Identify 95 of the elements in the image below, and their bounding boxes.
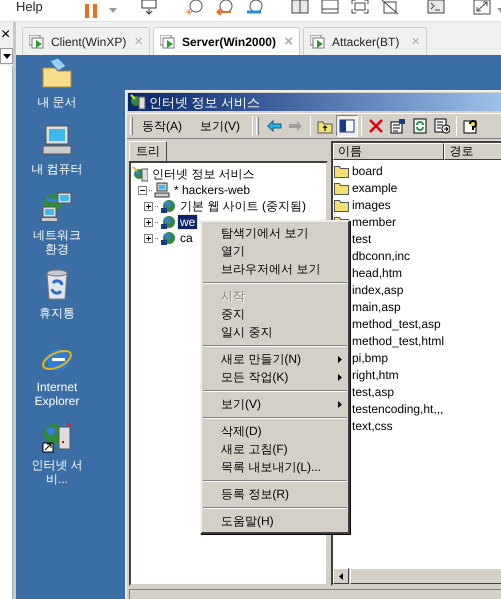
server-globe-icon xyxy=(132,166,148,182)
vm-tab[interactable]: Attacker(BT) × xyxy=(303,27,427,55)
back-arrow-icon[interactable] xyxy=(266,118,282,134)
vm-play-icon xyxy=(29,34,45,48)
column-header[interactable]: 경로 xyxy=(444,143,501,160)
tree-item[interactable]: 인터넷 정보 서비스 xyxy=(150,167,257,181)
column-header[interactable]: 이름 xyxy=(333,143,444,160)
menu-item[interactable]: 중지 xyxy=(202,305,348,323)
horizontal-scrollbar[interactable] xyxy=(333,568,501,584)
tab-label: Attacker(BT) xyxy=(332,34,400,50)
desktop-icon-label[interactable]: 네트워크 환경 xyxy=(28,228,86,256)
server-globe-icon[interactable] xyxy=(41,421,73,453)
expand-icon[interactable] xyxy=(144,218,153,226)
vm-tab[interactable]: Server(Win2000) × xyxy=(153,27,300,55)
desktop-icon-label[interactable]: 휴지통 xyxy=(28,306,86,320)
tab-label: Client(WinXP) xyxy=(51,34,128,50)
resize-icon[interactable] xyxy=(472,0,491,15)
list-item[interactable]: dbconn,inc xyxy=(352,246,410,264)
list-item[interactable]: index,asp xyxy=(352,280,404,298)
expand-icon[interactable] xyxy=(144,202,153,210)
window-title: 인터넷 정보 서비스 xyxy=(149,96,260,108)
list-item[interactable]: board xyxy=(352,162,383,180)
list-item[interactable]: head,htm xyxy=(352,264,402,282)
tree-item[interactable]: * hackers-web xyxy=(172,183,252,197)
list-item[interactable]: method_test,html xyxy=(352,332,444,350)
folder-icon xyxy=(334,164,350,178)
list-item[interactable]: main,asp xyxy=(352,298,401,316)
console-icon[interactable] xyxy=(426,0,445,15)
list-item[interactable]: text,css xyxy=(352,416,393,434)
menu-item[interactable]: 도움말(H) xyxy=(202,512,348,530)
fullscreen-icon[interactable] xyxy=(350,0,369,15)
delete-x-icon[interactable] xyxy=(368,118,384,134)
list-item[interactable]: member xyxy=(352,212,396,230)
tree-item[interactable]: 기본 웹 사이트 (중지됨) xyxy=(178,199,308,213)
globe-icon xyxy=(160,230,176,246)
submenu-arrow-icon xyxy=(338,400,342,408)
tree-item[interactable]: we xyxy=(178,215,198,229)
computer-icon xyxy=(154,182,170,198)
globe-icon xyxy=(160,214,176,230)
menu-item[interactable]: 삭제(D) xyxy=(202,422,348,440)
expand-icon[interactable] xyxy=(144,234,153,242)
close-button[interactable]: × xyxy=(0,27,10,43)
network-computers-icon[interactable] xyxy=(41,191,73,223)
menu-item[interactable]: 일시 중지 xyxy=(202,323,348,341)
caret-icon[interactable] xyxy=(108,8,117,13)
list-item[interactable]: method_test,asp xyxy=(352,314,441,332)
menu-item[interactable]: 탐색기에서 보기 xyxy=(202,224,348,242)
dropdown-caret-icon[interactable] xyxy=(3,54,11,58)
list-item[interactable]: images xyxy=(352,196,391,214)
desktop-icon-label[interactable]: 내 컴퓨터 xyxy=(28,162,86,176)
list-item[interactable]: pi,bmp xyxy=(352,348,388,366)
desktop-icon-label[interactable]: Internet Explorer xyxy=(28,380,86,408)
horizontal-split-icon[interactable] xyxy=(320,0,339,15)
menu-item[interactable]: 새로 만들기(N) xyxy=(202,350,348,368)
folder-icon xyxy=(334,180,350,194)
submenu-arrow-icon xyxy=(338,374,342,380)
pause-icon[interactable] xyxy=(84,4,97,18)
vm-play-icon xyxy=(310,34,326,48)
folder-icon[interactable] xyxy=(41,58,73,90)
no-scale-icon[interactable] xyxy=(380,0,399,15)
vm-play-icon xyxy=(160,34,176,48)
server-globe-icon xyxy=(130,94,146,110)
menu-item[interactable]: 모든 작업(K) xyxy=(202,368,348,386)
folder-icon xyxy=(334,198,350,212)
tree-item[interactable]: ca xyxy=(178,231,195,245)
menu-item[interactable]: 보기(V) xyxy=(191,117,249,135)
computer-icon[interactable] xyxy=(41,125,73,157)
vm-tab[interactable]: Client(WinXP) × xyxy=(22,27,150,55)
tab-label: Server(Win2000) xyxy=(182,34,277,50)
tree-tab[interactable]: 트리 xyxy=(129,141,167,161)
menu-item[interactable]: 보기(V) xyxy=(202,395,348,413)
help-question-icon[interactable] xyxy=(463,118,479,134)
menu-item[interactable]: 브라우저에서 보기 xyxy=(202,260,348,278)
menu-item[interactable]: 열기 xyxy=(202,242,348,260)
list-item[interactable]: test xyxy=(352,230,372,248)
menu-item[interactable]: 목록 내보내기(L)... xyxy=(202,458,348,476)
globe-icon xyxy=(160,198,176,214)
menu-item[interactable]: 등록 정보(R) xyxy=(202,485,348,503)
properties-icon[interactable] xyxy=(390,118,406,134)
refresh-icon[interactable] xyxy=(412,118,428,134)
desktop-icon-label[interactable]: 인터넷 서비... xyxy=(28,458,86,486)
list-item[interactable]: right,htm xyxy=(352,366,399,384)
scroll-left-arrow-icon[interactable] xyxy=(339,572,343,580)
list-item[interactable]: example xyxy=(352,178,398,196)
list-item[interactable]: testencoding,ht,,, xyxy=(352,400,444,418)
submenu-arrow-icon xyxy=(338,356,342,362)
collapse-icon[interactable] xyxy=(138,186,147,194)
help-menu[interactable]: Help xyxy=(16,0,43,16)
tree-toggle-icon[interactable] xyxy=(339,118,355,134)
menu-item[interactable]: 동작(A) xyxy=(133,117,191,135)
export-list-icon[interactable] xyxy=(434,118,450,134)
list-item[interactable]: test,asp xyxy=(352,382,394,400)
desktop-icon-label[interactable]: 내 문서 xyxy=(28,95,86,109)
menu-item[interactable]: 새로 고침(F) xyxy=(202,440,348,458)
vertical-split-icon[interactable] xyxy=(290,0,309,15)
